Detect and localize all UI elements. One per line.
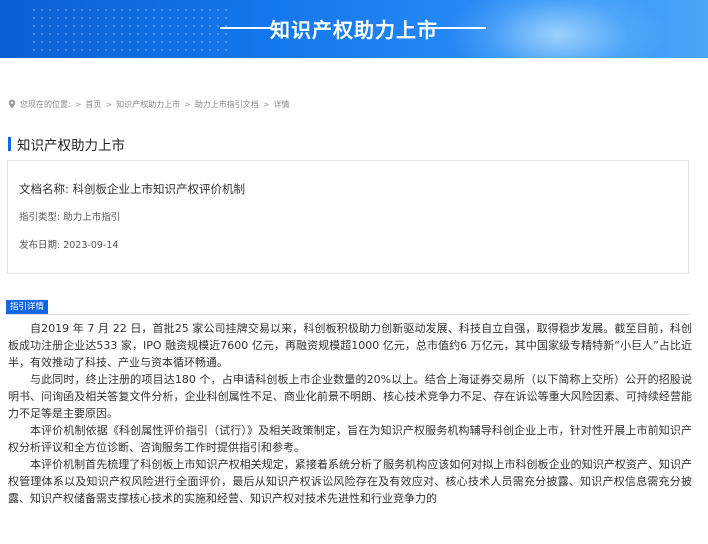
document-name: 文档名称: 科创板企业上市知识产权评价机制 bbox=[19, 182, 246, 196]
location-icon bbox=[8, 99, 16, 109]
page-banner: 知识产权助力上市 bbox=[0, 0, 708, 58]
breadcrumb-item-ip-listing[interactable]: 知识产权助力上市 bbox=[116, 99, 180, 110]
breadcrumb: 您现在的位置: > 首页 > 知识产权助力上市 > 助力上市指引文档 > 详情 bbox=[8, 97, 290, 111]
breadcrumb-separator: > bbox=[262, 99, 270, 109]
document-date: 发布日期: 2023-09-14 bbox=[19, 240, 119, 251]
document-content: 自2019 年 7 月 22 日，首批25 家公司挂牌交易以来，科创板积极助力创… bbox=[8, 320, 692, 507]
breadcrumb-item-guide-docs[interactable]: 助力上市指引文档 bbox=[195, 99, 259, 110]
section-title: 知识产权助力上市 bbox=[17, 138, 125, 154]
section-heading: 知识产权助力上市 bbox=[8, 134, 125, 154]
breadcrumb-item-home[interactable]: 首页 bbox=[85, 99, 101, 110]
breadcrumb-separator: > bbox=[74, 99, 82, 109]
content-paragraph: 与此同时，终止注册的项目达180 个，占申请科创板上市企业数量的20%以上。结合… bbox=[8, 373, 692, 420]
detail-tab-bar: 指引详情 bbox=[6, 300, 690, 315]
content-paragraph: 自2019 年 7 月 22 日，首批25 家公司挂牌交易以来，科创板积极助力创… bbox=[8, 322, 692, 369]
document-type: 指引类型: 助力上市指引 bbox=[19, 212, 121, 223]
breadcrumb-separator: > bbox=[105, 99, 113, 109]
breadcrumb-separator: > bbox=[184, 99, 191, 109]
banner-title: 知识产权助力上市 bbox=[270, 18, 438, 42]
content-paragraph: 本评价机制首先梳理了科创板上市知识产权相关规定，紧接着系统分析了服务机构应该如何… bbox=[8, 458, 692, 505]
document-info-box: 文档名称: 科创板企业上市知识产权评价机制 指引类型: 助力上市指引 发布日期:… bbox=[7, 160, 689, 274]
breadcrumb-item-detail: 详情 bbox=[273, 99, 290, 109]
content-paragraph: 本评价机制依据《科创属性评价指引（试行）》及相关政策制定，旨在为知识产权服务机构… bbox=[8, 424, 692, 454]
tab-detail[interactable]: 指引详情 bbox=[6, 300, 49, 314]
section-accent-bar bbox=[8, 137, 11, 151]
banner-title-line-right bbox=[434, 27, 486, 29]
breadcrumb-label: 您现在的位置: bbox=[20, 99, 71, 109]
